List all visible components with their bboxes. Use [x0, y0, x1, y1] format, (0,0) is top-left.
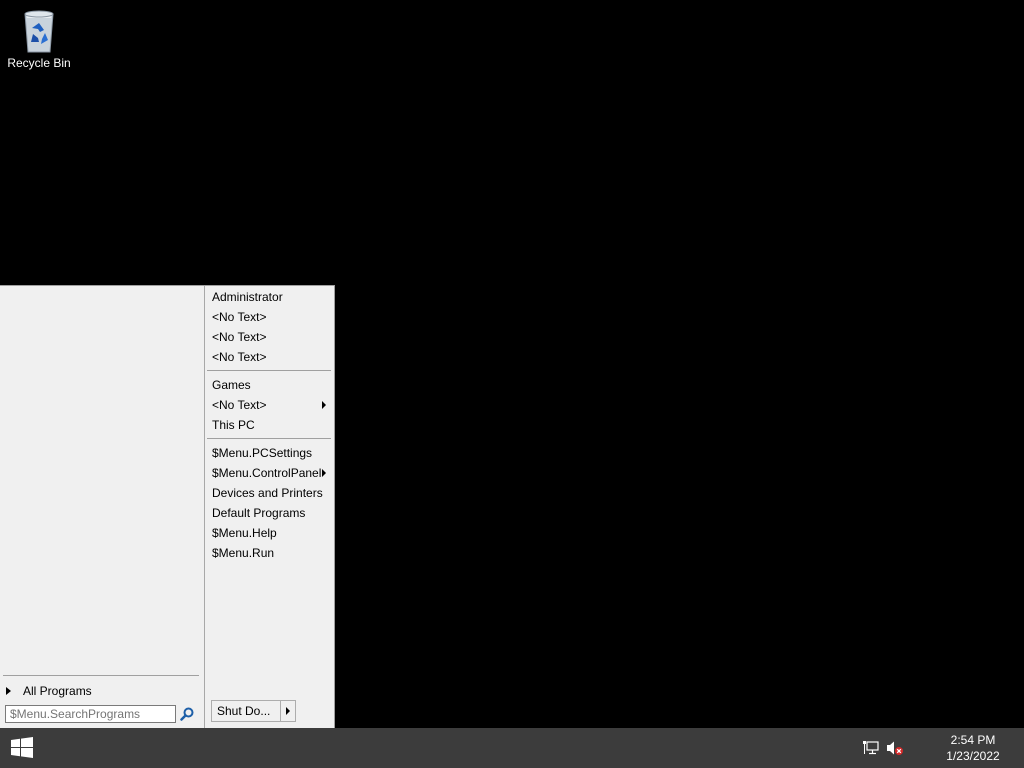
- search-programs-input[interactable]: [5, 705, 176, 723]
- menu-item-administrator[interactable]: Administrator: [212, 288, 330, 306]
- menu-separator: [207, 438, 331, 439]
- menu-item-no-text-1[interactable]: <No Text>: [212, 308, 330, 326]
- start-menu: All Programs Administrator <No Text> <No…: [0, 285, 335, 728]
- start-menu-left-pane: All Programs: [0, 286, 204, 728]
- volume-muted-icon[interactable]: [886, 740, 904, 756]
- menu-item-devices-printers[interactable]: Devices and Printers: [212, 484, 330, 502]
- shutdown-options-button[interactable]: [280, 701, 295, 721]
- recycle-bin-icon: [24, 10, 54, 53]
- search-icon: [180, 707, 194, 721]
- menu-item-label: Devices and Printers: [212, 486, 323, 500]
- menu-separator: [207, 370, 331, 371]
- menu-item-label: Default Programs: [212, 506, 306, 520]
- menu-item-label: $Menu.ControlPanel: [212, 466, 322, 480]
- clock-time: 2:54 PM: [950, 733, 996, 747]
- taskbar: 2:54 PM 1/23/2022: [0, 728, 1024, 768]
- menu-item-label: $Menu.Help: [212, 526, 277, 540]
- all-programs-button[interactable]: All Programs: [4, 682, 194, 700]
- menu-item-run[interactable]: $Menu.Run: [212, 544, 330, 562]
- expand-arrow-icon: [6, 687, 11, 695]
- menu-item-help[interactable]: $Menu.Help: [212, 524, 330, 542]
- network-icon[interactable]: [862, 740, 880, 756]
- shutdown-split-button: Shut Do...: [211, 700, 296, 722]
- left-pane-separator: [3, 675, 199, 676]
- menu-item-label: <No Text>: [212, 350, 267, 364]
- menu-item-games[interactable]: Games: [212, 376, 330, 394]
- menu-item-label: $Menu.PCSettings: [212, 446, 313, 460]
- menu-item-no-text-3[interactable]: <No Text>: [212, 348, 330, 366]
- search-button[interactable]: [178, 705, 196, 723]
- menu-item-this-pc[interactable]: This PC: [212, 416, 330, 434]
- menu-item-label: <No Text>: [212, 310, 267, 324]
- menu-item-label: <No Text>: [212, 398, 267, 412]
- desktop-icon-label: Recycle Bin: [7, 56, 71, 70]
- menu-item-no-text-2[interactable]: <No Text>: [212, 328, 330, 346]
- shutdown-button[interactable]: Shut Do...: [212, 701, 280, 721]
- menu-item-label: This PC: [212, 418, 255, 432]
- menu-item-pc-settings[interactable]: $Menu.PCSettings: [212, 444, 330, 462]
- clock-date: 1/23/2022: [946, 749, 1000, 763]
- submenu-arrow-icon: [322, 469, 326, 477]
- all-programs-label: All Programs: [23, 684, 92, 698]
- desktop-icon-recycle-bin[interactable]: Recycle Bin: [4, 6, 74, 70]
- menu-item-label: Games: [212, 378, 251, 392]
- menu-item-default-programs[interactable]: Default Programs: [212, 504, 330, 522]
- submenu-arrow-icon: [322, 401, 326, 409]
- system-clock[interactable]: 2:54 PM 1/23/2022: [938, 732, 1008, 764]
- menu-item-label: <No Text>: [212, 330, 267, 344]
- windows-logo-icon: [11, 737, 33, 758]
- menu-item-label: Administrator: [212, 290, 283, 304]
- start-button[interactable]: [8, 736, 40, 760]
- menu-item-no-text-submenu[interactable]: <No Text>: [212, 396, 330, 414]
- menu-item-label: $Menu.Run: [212, 546, 275, 560]
- menu-item-control-panel[interactable]: $Menu.ControlPanel: [212, 464, 330, 482]
- start-menu-right-pane: Administrator <No Text> <No Text> <No Te…: [205, 286, 334, 728]
